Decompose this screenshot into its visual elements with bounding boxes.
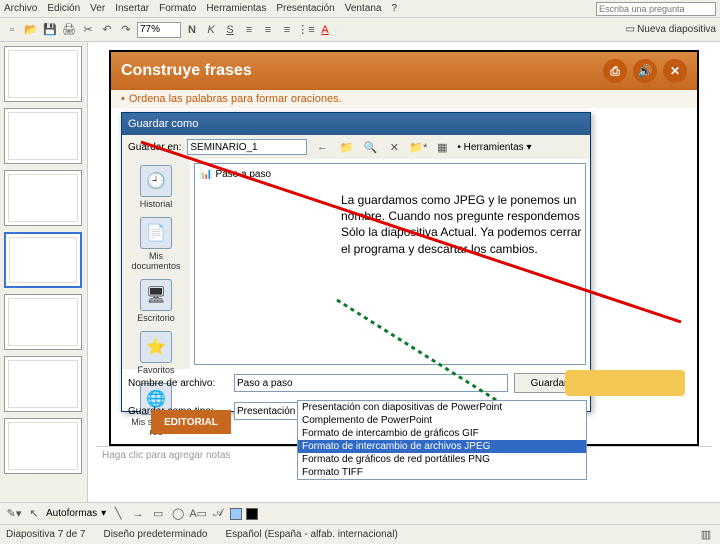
thumbnail-7[interactable] [4, 418, 82, 474]
menu-help[interactable]: ? [391, 3, 397, 14]
menu-presentacion[interactable]: Presentación [276, 3, 334, 14]
editorial-badge: EDITORIAL [151, 410, 231, 434]
line-icon[interactable]: ╲ [110, 506, 126, 522]
dialog-toolbar: Guardar en: ← 📁 🔍 ✕ 📁* ▦ • Herramientas … [122, 135, 590, 159]
lesson-subheader: Ordena las palabras para formar oracione… [111, 90, 697, 108]
sound-button-icon[interactable]: 🔊 [633, 59, 657, 83]
align-center-icon[interactable]: ≡ [260, 22, 276, 38]
filetype-option[interactable]: Formato TIFF [298, 466, 586, 479]
lesson-title: Construye frases [121, 62, 252, 80]
fill-color-icon[interactable] [230, 508, 242, 520]
textbox-icon[interactable]: A▭ [190, 506, 206, 522]
filename-label: Nombre de archivo: [128, 378, 228, 389]
menu-formato[interactable]: Formato [159, 3, 196, 14]
undo-icon[interactable]: ↶ [99, 22, 115, 38]
place-history[interactable]: 🕘Historial [128, 165, 184, 209]
yellow-button[interactable] [565, 370, 685, 396]
filename-input[interactable] [234, 374, 508, 392]
back-icon[interactable]: ← [313, 138, 331, 156]
line-color-icon[interactable] [246, 508, 258, 520]
save-as-dialog: Guardar como Guardar en: ← 📁 🔍 ✕ 📁* ▦ • … [121, 112, 591, 412]
search-icon[interactable]: 🔍 [361, 138, 379, 156]
new-slide-button[interactable]: ▭ Nueva diapositiva [626, 24, 716, 35]
align-left-icon[interactable]: ≡ [241, 22, 257, 38]
zoom-input[interactable] [137, 22, 181, 38]
thumbnail-6[interactable] [4, 356, 82, 412]
thumbnail-5[interactable] [4, 294, 82, 350]
up-icon[interactable]: 📁 [337, 138, 355, 156]
menu-archivo[interactable]: Archivo [4, 3, 37, 14]
newfolder-icon[interactable]: 📁* [409, 138, 427, 156]
drawing-toolbar: ✎▾ ↖ Autoformas▾ ╲ → ▭ ◯ A▭ 𝒜 [0, 502, 720, 524]
views-icon[interactable]: ▦ [433, 138, 451, 156]
font-color-icon[interactable]: A [317, 22, 333, 38]
arrow-icon[interactable]: → [130, 506, 146, 522]
autoshapes-menu[interactable]: Autoformas [46, 508, 97, 519]
statusbar: Diapositiva 7 de 7 Diseño predeterminado… [0, 524, 720, 544]
slide-canvas[interactable]: Construye frases ⎙ 🔊 ✕ Ordena las palabr… [109, 50, 699, 446]
align-right-icon[interactable]: ≡ [279, 22, 295, 38]
thumbnail-4[interactable] [4, 232, 82, 288]
italic-icon[interactable]: K [203, 22, 219, 38]
cut-icon[interactable]: ✂ [80, 22, 96, 38]
filetype-option[interactable]: Complemento de PowerPoint [298, 414, 586, 427]
menubar: Archivo Edición Ver Insertar Formato Her… [0, 0, 720, 18]
instruction-text: La guardamos como JPEG y le ponemos un n… [341, 192, 591, 257]
language-status: Español (España - alfab. internacional) [225, 529, 397, 540]
slide-thumbnails [0, 42, 88, 502]
bold-icon[interactable]: N [184, 22, 200, 38]
thumbnail-3[interactable] [4, 170, 82, 226]
rect-icon[interactable]: ▭ [150, 506, 166, 522]
thumbnail-2[interactable] [4, 108, 82, 164]
lookin-input[interactable] [187, 139, 307, 155]
lookin-label: Guardar en: [128, 142, 181, 153]
place-favorites[interactable]: ⭐Favoritos [128, 331, 184, 375]
select-icon[interactable]: ↖ [26, 506, 42, 522]
menu-herramientas[interactable]: Herramientas [206, 3, 266, 14]
save-icon[interactable]: 💾 [42, 22, 58, 38]
wordart-icon[interactable]: 𝒜 [210, 506, 226, 522]
print-button-icon[interactable]: ⎙ [603, 59, 627, 83]
toolbar: ▫ 📂 💾 🖨 ✂ ↶ ↷ N K S ≡ ≡ ≡ ⋮≡ A ▭ Nueva d… [0, 18, 720, 42]
filetype-dropdown[interactable]: Presentación con diapositivas de PowerPo… [297, 400, 587, 480]
file-item[interactable]: 📊 Paso a paso [199, 168, 581, 181]
new-icon[interactable]: ▫ [4, 22, 20, 38]
place-desktop[interactable]: 🖥Escritorio [128, 279, 184, 323]
print-icon[interactable]: 🖨 [61, 22, 77, 38]
thumbnail-1[interactable] [4, 46, 82, 102]
view-normal-icon[interactable]: ▥ [698, 527, 714, 543]
menu-edicion[interactable]: Edición [47, 3, 80, 14]
filetype-option[interactable]: Formato de gráficos de red portátiles PN… [298, 453, 586, 466]
open-icon[interactable]: 📂 [23, 22, 39, 38]
tools-menu[interactable]: • Herramientas ▾ [457, 142, 531, 153]
dialog-titlebar: Guardar como [122, 113, 590, 135]
slide-counter: Diapositiva 7 de 7 [6, 529, 86, 540]
main-area: Construye frases ⎙ 🔊 ✕ Ordena las palabr… [0, 42, 720, 502]
close-button-icon[interactable]: ✕ [663, 59, 687, 83]
underline-icon[interactable]: S [222, 22, 238, 38]
slide-editor: Construye frases ⎙ 🔊 ✕ Ordena las palabr… [88, 42, 720, 502]
oval-icon[interactable]: ◯ [170, 506, 186, 522]
menu-ventana[interactable]: Ventana [345, 3, 382, 14]
filetype-option-selected[interactable]: Formato de intercambio de archivos JPEG [298, 440, 586, 453]
menu-ver[interactable]: Ver [90, 3, 105, 14]
draw-menu-icon[interactable]: ✎▾ [6, 506, 22, 522]
help-search-input[interactable] [596, 2, 716, 16]
bullets-icon[interactable]: ⋮≡ [298, 22, 314, 38]
redo-icon[interactable]: ↷ [118, 22, 134, 38]
lesson-header: Construye frases ⎙ 🔊 ✕ [111, 52, 697, 90]
design-name: Diseño predeterminado [104, 529, 208, 540]
filetype-option[interactable]: Presentación con diapositivas de PowerPo… [298, 401, 586, 414]
delete-icon[interactable]: ✕ [385, 138, 403, 156]
place-mydocs[interactable]: 📄Mis documentos [128, 217, 184, 271]
filetype-option[interactable]: Formato de intercambio de gráficos GIF [298, 427, 586, 440]
places-bar: 🕘Historial 📄Mis documentos 🖥Escritorio ⭐… [122, 159, 190, 369]
menu-insertar[interactable]: Insertar [115, 3, 149, 14]
